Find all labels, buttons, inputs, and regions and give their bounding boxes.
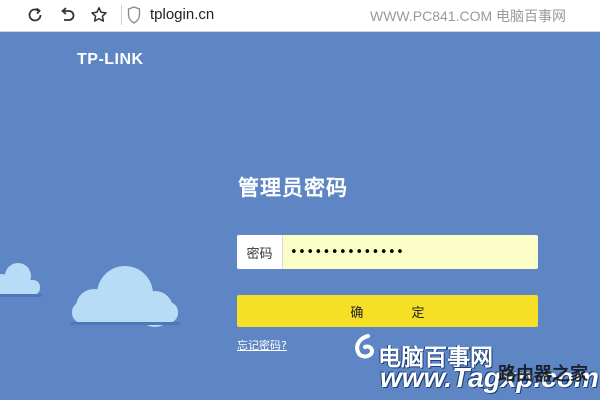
watermark-overlay: 路由器之家: [498, 364, 588, 385]
bookmark-star-icon[interactable]: [86, 2, 112, 28]
browser-toolbar: tplogin.cn WWW.PC841.COM 电脑百事网: [0, 0, 600, 32]
back-icon[interactable]: [54, 2, 80, 28]
password-label: 密码: [237, 235, 283, 269]
password-input[interactable]: [284, 235, 524, 269]
tp-link-logo: TP-LINK: [77, 51, 144, 68]
login-page: TP-LINK 管理员密码 密码 确 定 忘记密码? 电脑百事网 www.Tag…: [0, 32, 600, 400]
cloud-decoration: [0, 263, 180, 327]
password-row: 密码: [237, 235, 538, 269]
refresh-icon[interactable]: [22, 2, 48, 28]
address-url[interactable]: tplogin.cn: [150, 6, 214, 23]
confirm-button[interactable]: 确 定: [237, 295, 538, 327]
address-divider: [121, 5, 122, 25]
watermark-logo-icon: [355, 334, 375, 359]
site-watermark: WWW.PC841.COM 电脑百事网: [370, 8, 567, 24]
page-title: 管理员密码: [238, 176, 348, 200]
forgot-password-link[interactable]: 忘记密码?: [237, 337, 287, 353]
shield-icon: [127, 6, 141, 24]
